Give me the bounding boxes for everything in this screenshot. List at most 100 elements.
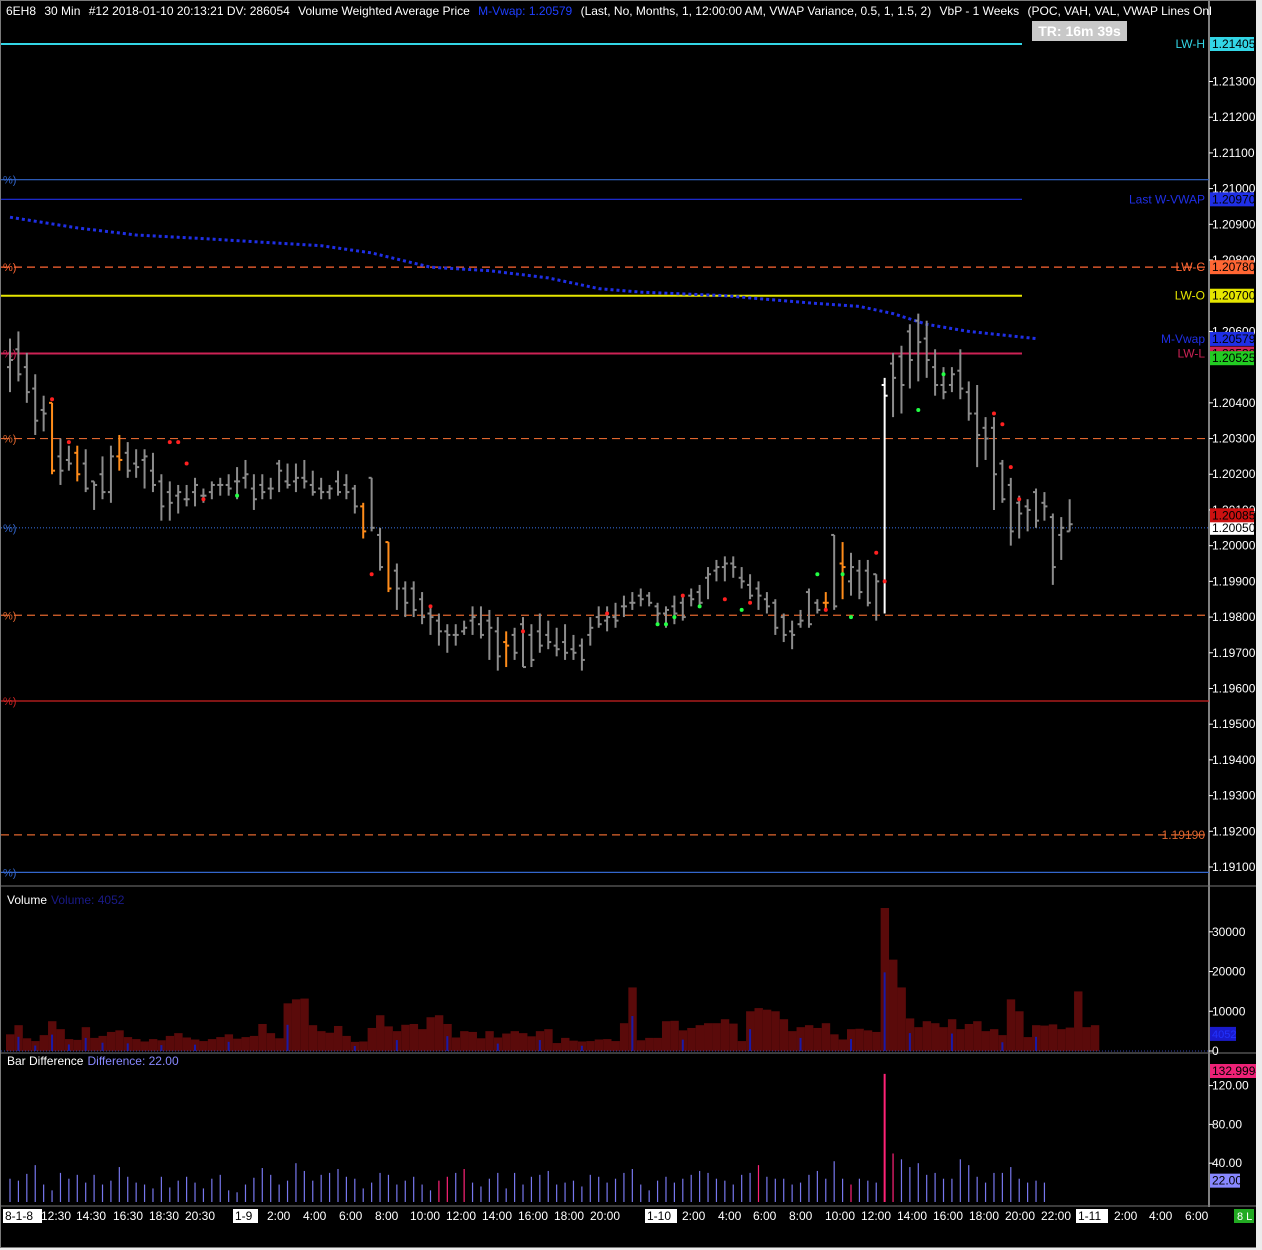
ohlc-bar [393, 563, 400, 610]
volume-bar-overlay [51, 1034, 54, 1051]
volume-bar [241, 1037, 250, 1051]
ohlc-bar [999, 459, 1006, 503]
mvwap-polyline [9, 215, 1037, 341]
volume-bar [216, 1037, 225, 1051]
volume-bar [779, 1019, 789, 1051]
signal-dot-red [882, 579, 887, 584]
time-label: 20:00 [1005, 1209, 1035, 1223]
volume-bar [922, 1021, 932, 1051]
price-tick-label: 1.20000 [1212, 539, 1256, 553]
study-params: (Last, No, Months, 1, 12:00:00 AM, VWAP … [580, 4, 932, 18]
volume-bar [661, 1021, 671, 1051]
chart-window[interactable]: LW-H%) Last W-VWAP%) LW-C LW-O%) LW-L%)%)%)%… [0, 0, 1258, 1248]
volume-bar [1023, 1037, 1033, 1051]
ohlc-bar [671, 595, 678, 625]
volume-bar-overlay [194, 1044, 197, 1051]
ohlc-bar [940, 367, 947, 400]
price-tag: 1.20525 [1212, 351, 1256, 365]
volume-bar [956, 1029, 965, 1051]
volume-bar-overlay [749, 1029, 752, 1051]
level-left-label: %) [3, 175, 16, 187]
ohlc-bar [990, 417, 997, 510]
diff-tick-label: 120.00 [1212, 1079, 1249, 1093]
volume-bar [981, 1031, 990, 1051]
price-tag-LW-C: 1.20780 [1212, 260, 1256, 274]
volume-bar-overlay [580, 1045, 583, 1051]
volume-tick-label: 20000 [1212, 965, 1246, 979]
volume-bar [771, 1011, 780, 1051]
volume-bar [1074, 991, 1083, 1051]
price-tick-label: 1.19500 [1212, 717, 1256, 731]
volume-bar [308, 1025, 318, 1051]
mvwap-value: M-Vwap: 1.20579 [478, 4, 573, 18]
date-label: 8-1-8 [5, 1209, 33, 1223]
ohlc-bar [536, 613, 543, 653]
ohlc-bar [637, 588, 644, 607]
volume-bar-overlay [67, 1044, 70, 1051]
volume-bar [115, 1030, 124, 1051]
signal-dot-red [722, 597, 727, 602]
mvwap-line [9, 215, 1037, 341]
time-label: 4:00 [718, 1209, 742, 1223]
volume-bar [914, 1027, 923, 1051]
date-label: 1-10 [647, 1209, 671, 1223]
volume-bar [106, 1031, 116, 1051]
time-label: 14:00 [897, 1209, 927, 1223]
volume-bar [544, 1029, 553, 1051]
level-label-LW-H: LW-H [1175, 37, 1205, 51]
ohlc-bar [873, 573, 880, 621]
ohlc-bar [1041, 492, 1048, 521]
chart-canvas[interactable]: LW-H%) Last W-VWAP%) LW-C LW-O%) LW-L%)%)%)%… [1, 1, 1257, 1247]
price-tag-cur: 1.20050 [1212, 521, 1256, 535]
ohlc-bar [604, 606, 611, 632]
price-bars [7, 313, 1073, 671]
symbol: 6EH8 [6, 4, 37, 18]
price-tick-label: 1.20900 [1212, 217, 1256, 231]
ohlc-bar [91, 480, 98, 510]
volume-bar [39, 1035, 49, 1051]
signal-dot-red [50, 397, 55, 402]
volume-bar [712, 1023, 721, 1051]
volume-bar [409, 1023, 419, 1051]
ohlc-bar [1007, 477, 1014, 546]
ohlc-bar [822, 592, 829, 610]
volume-bar [291, 999, 301, 1051]
volume-bar [687, 1027, 696, 1051]
volume-bar [300, 998, 309, 1051]
ohlc-bar [166, 481, 173, 521]
signal-dot-red [521, 629, 526, 634]
ohlc-bar [620, 595, 627, 618]
time-label: 16:00 [518, 1209, 548, 1223]
volume-label: Volume [7, 893, 48, 907]
volume-bar [830, 1034, 839, 1051]
time-label: 8:00 [375, 1209, 399, 1223]
time-label: 18:00 [554, 1209, 584, 1223]
volume-bar [56, 1029, 65, 1051]
volume-bar [90, 1037, 99, 1051]
volume-bar-overlay [34, 1045, 37, 1051]
price-tick-label: 1.20200 [1212, 467, 1256, 481]
level-label-LW-O: LW-O [1175, 289, 1205, 303]
ohlc-bar [562, 624, 569, 660]
price-tick-label: 1.19600 [1212, 681, 1256, 695]
volume-bar [720, 1019, 730, 1051]
ohlc-bar [267, 477, 274, 500]
price-tag-LW-O: 1.20700 [1212, 289, 1256, 303]
ohlc-bar [747, 574, 754, 600]
volume-bar [1048, 1024, 1058, 1051]
signal-dot-green [663, 622, 668, 627]
ohlc-bar [511, 627, 518, 660]
level-left-label: %) [3, 434, 16, 446]
volume-bar [653, 1037, 662, 1051]
volume-bar [199, 1041, 208, 1051]
volume-bar-overlay [84, 1037, 87, 1051]
volume-bar [695, 1025, 705, 1051]
volume-bar [804, 1025, 814, 1051]
volume-bar [174, 1033, 183, 1051]
diff-tick-label: 40.00 [1212, 1156, 1242, 1170]
mvwap-level-label: M-Vwap [1161, 332, 1205, 346]
ohlc-bar [40, 395, 47, 432]
volume-bar [266, 1033, 276, 1051]
volume-bar-overlay [631, 1016, 634, 1051]
ohlc-bar [149, 452, 156, 493]
